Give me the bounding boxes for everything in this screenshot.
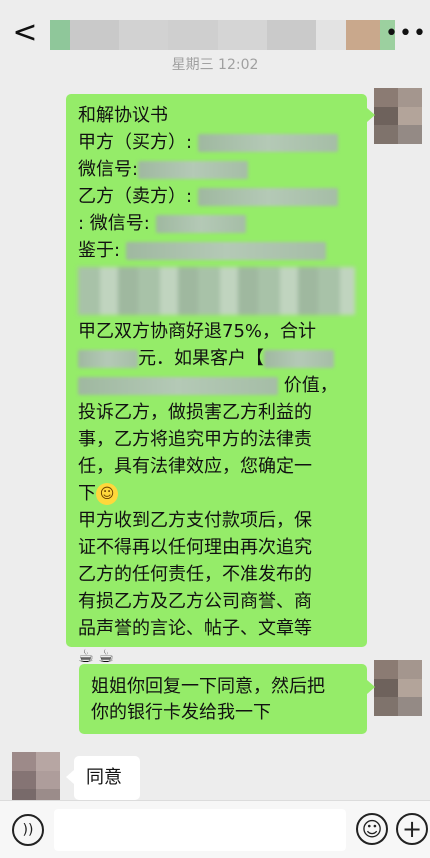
message-line: 下 ☺ — [78, 480, 355, 507]
message-line: 价值， — [78, 372, 355, 399]
message-line: 投诉乙方，做损害乙方利益的 — [78, 402, 312, 423]
redacted-text — [155, 215, 246, 233]
message-line: 乙方（卖方）: — [78, 183, 355, 210]
redacted-text — [197, 188, 338, 206]
voice-icon[interactable]: )) — [12, 814, 44, 846]
plus-icon[interactable]: + — [396, 813, 428, 845]
smile-emoji-icon: ☺ — [96, 483, 118, 505]
message-line: 甲方（买方）: — [78, 129, 355, 156]
message-line: : 微信号: — [78, 210, 355, 237]
redacted-block — [78, 267, 355, 315]
redacted-text — [125, 242, 326, 260]
message-line: 姐姐你回复一下同意，然后把 — [91, 676, 325, 697]
message-text: : 微信号: — [78, 213, 150, 234]
message-text: 下 — [78, 483, 96, 504]
my-avatar[interactable] — [374, 88, 422, 144]
redacted-text — [264, 350, 334, 368]
redacted-text — [78, 350, 138, 368]
message-line: 你的银行卡发给我一下 — [91, 702, 271, 723]
message-text: 价值， — [283, 375, 338, 396]
message-line: 甲方收到乙方支付款项后，保 — [78, 510, 312, 531]
reply-message-bubble[interactable]: 同意 — [74, 756, 140, 800]
message-line: 证不得再以任何理由再次追究 — [78, 537, 312, 558]
message-line: 同意 — [86, 767, 122, 788]
message-line: 乙方的任何责任，不准发布的 — [78, 564, 312, 585]
message-text: 甲方（买方）: — [78, 132, 193, 153]
message-text: 元．如果客户【 — [138, 348, 264, 369]
message-line: 微信号: — [78, 156, 355, 183]
message-line: 和解协议书 — [78, 105, 168, 126]
top-bar: < ••• — [0, 0, 430, 62]
input-bar: )) ☺ + — [0, 800, 430, 858]
message-line: 鉴于: — [78, 237, 355, 264]
bubble-tail — [367, 680, 375, 694]
redacted-text — [197, 134, 338, 152]
message-input[interactable] — [54, 809, 346, 851]
message-line: 任，具有法律效应，您确定一 — [78, 456, 312, 477]
message-line: 有损乙方及乙方公司商誉、商 — [78, 591, 312, 612]
more-dots-icon[interactable]: ••• — [385, 18, 426, 48]
my-avatar[interactable] — [374, 660, 422, 716]
bubble-tail — [367, 108, 375, 122]
bubble-tail — [66, 770, 74, 784]
redacted-text — [78, 377, 278, 395]
message-text: 鉴于: — [78, 240, 121, 261]
emoji-icon[interactable]: ☺ — [356, 813, 388, 845]
chat-title-blurred — [50, 20, 395, 50]
message-line: 事，乙方将追究甲方的法律责 — [78, 429, 312, 450]
request-message-bubble[interactable]: 姐姐你回复一下同意，然后把 你的银行卡发给我一下 — [79, 664, 367, 734]
agreement-message-bubble[interactable]: 和解协议书 甲方（买方）: 微信号: 乙方（卖方）: : 微信号: 鉴于: 甲乙… — [66, 94, 367, 667]
message-text: 微信号: — [78, 159, 139, 180]
message-line: 元．如果客户【 — [78, 345, 355, 372]
message-text: 乙方（卖方）: — [78, 186, 193, 207]
message-line: 甲乙双方协商好退75%，合计 — [78, 321, 317, 342]
redacted-text — [138, 161, 249, 179]
message-line: 品声誉的言论、帖子、文章等 — [78, 618, 312, 639]
message-timestamp: 星期三 12:02 — [171, 57, 259, 73]
back-chevron-icon[interactable]: < — [10, 16, 40, 50]
